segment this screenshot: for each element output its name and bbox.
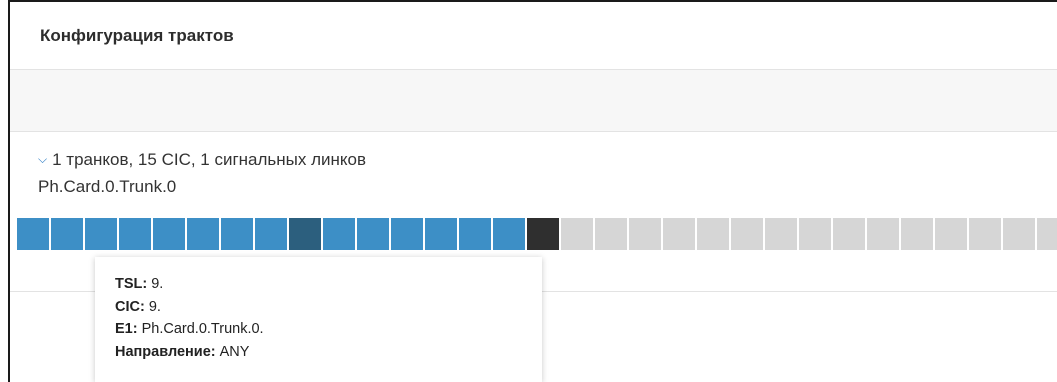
tooltip-direction-row: Направление: ANY [115, 341, 542, 364]
timeslot-cell[interactable] [527, 218, 559, 250]
timeslot-cell[interactable] [731, 218, 763, 250]
timeslot-cell[interactable] [1037, 218, 1057, 250]
chevron-down-icon[interactable]: ⌵ [38, 152, 47, 167]
tooltip-e1-row: E1: Ph.Card.0.Trunk.0. [115, 318, 542, 341]
timeslot-cell[interactable] [255, 218, 287, 250]
tsl-value: 9. [147, 276, 164, 292]
timeslot-cell[interactable] [51, 218, 83, 250]
timeslot-cell[interactable] [357, 218, 389, 250]
timeslot-cell[interactable] [969, 218, 1001, 250]
page-title: Конфигурация трактов [10, 2, 1057, 70]
timeslot-cell[interactable] [901, 218, 933, 250]
cic-value: 9. [144, 298, 161, 315]
timeslot-cell[interactable] [561, 218, 593, 250]
timeslot-cell[interactable] [391, 218, 423, 250]
timeslot-cell[interactable] [425, 218, 457, 250]
tooltip-tsl-row: TSL: 9. [115, 273, 542, 296]
timeslot-tooltip: TSL: 9. CIC: 9. E1: Ph.Card.0.Trunk.0. Н… [95, 257, 542, 382]
timeslot-cell[interactable] [867, 218, 899, 250]
trunk-summary-text: 1 транков, 15 CIC, 1 сигнальных линков [52, 150, 367, 169]
trunk-summary-toggle[interactable]: ⌵ 1 транков, 15 CIC, 1 сигнальных линков [38, 150, 366, 170]
timeslot-cell[interactable] [799, 218, 831, 250]
timeslot-cell[interactable] [119, 218, 151, 250]
timeslot-cell[interactable] [17, 218, 49, 250]
timeslot-cell[interactable] [595, 218, 627, 250]
timeslot-cell[interactable] [935, 218, 967, 250]
tsl-label: TSL: [115, 276, 148, 292]
timeslot-cell[interactable] [85, 218, 117, 250]
timeslot-cell[interactable] [221, 218, 253, 250]
direction-value: ANY [215, 343, 250, 360]
timeslot-cell[interactable] [323, 218, 355, 250]
timeslot-cell[interactable] [289, 218, 321, 250]
timeslot-grid [17, 218, 1057, 250]
timeslot-cell[interactable] [459, 218, 491, 250]
timeslot-cell[interactable] [697, 218, 729, 250]
cic-label: CIC: [115, 298, 145, 315]
e1-label: E1: [115, 321, 138, 337]
tooltip-cic-row: CIC: 9. [115, 296, 542, 319]
direction-label: Направление: [115, 343, 216, 360]
timeslot-cell[interactable] [765, 218, 797, 250]
timeslot-cell[interactable] [1003, 218, 1035, 250]
toolbar-area [10, 70, 1057, 132]
timeslot-cell[interactable] [153, 218, 185, 250]
timeslot-cell[interactable] [663, 218, 695, 250]
e1-value: Ph.Card.0.Trunk.0. [137, 321, 264, 337]
timeslot-cell[interactable] [629, 218, 661, 250]
timeslot-cell[interactable] [493, 218, 525, 250]
trunk-name: Ph.Card.0.Trunk.0 [38, 177, 177, 196]
timeslot-cell[interactable] [833, 218, 865, 250]
timeslot-cell[interactable] [187, 218, 219, 250]
